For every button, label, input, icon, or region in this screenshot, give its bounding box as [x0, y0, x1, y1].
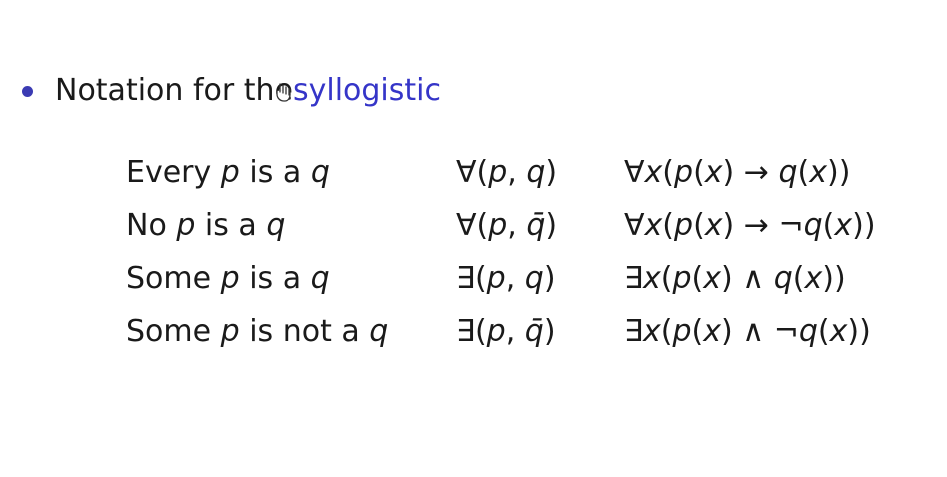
notation-text: is a: [239, 155, 311, 190]
variable-symbol: q: [310, 155, 330, 190]
variable-symbol: x: [642, 314, 661, 349]
notation-text: ) →: [722, 155, 779, 190]
variable-symbol: q: [798, 314, 818, 349]
variable-symbol: x: [704, 155, 723, 190]
notation-text: ∃: [624, 314, 643, 349]
notation-text: ): [545, 208, 558, 243]
variable-symbol: x: [644, 208, 663, 243]
notation-text: ∃(: [456, 314, 487, 349]
variable-symbol: q̄: [526, 208, 546, 243]
notation-text: is a: [195, 208, 267, 243]
notation-text: ∀(: [456, 208, 489, 243]
notation-text: ∃: [624, 261, 643, 296]
short-notation: ∀(p, q̄): [456, 199, 557, 252]
variable-symbol: q: [526, 155, 546, 190]
predicate-formula: ∀x(p(x) → ¬q(x)): [624, 199, 876, 252]
variable-symbol: x: [809, 155, 827, 190]
notation-text: (: [660, 261, 673, 296]
variable-symbol: p: [674, 208, 694, 243]
notation-text: (: [817, 314, 830, 349]
notation-text: ∃(: [456, 261, 487, 296]
variable-symbol: p: [486, 314, 506, 349]
notation-text: (: [797, 155, 810, 190]
variable-symbol: x: [834, 208, 853, 243]
variable-symbol: x: [644, 155, 663, 190]
notation-text: ,: [507, 208, 527, 243]
english-statement: Some p is a q: [126, 252, 330, 305]
english-statement: No p is a q: [126, 199, 285, 252]
slide: Notation for the syllogistic Every p is …: [0, 0, 947, 477]
variable-symbol: p: [220, 155, 240, 190]
notation-text: ): [545, 155, 558, 190]
notation-text: Some: [126, 261, 221, 296]
notation-text: (: [691, 314, 704, 349]
variable-symbol: q: [310, 261, 330, 296]
variable-symbol: p: [672, 261, 692, 296]
notation-text: ): [543, 314, 556, 349]
notation-text: ∀(: [456, 155, 489, 190]
variable-symbol: x: [804, 261, 823, 296]
variable-symbol: x: [703, 314, 721, 349]
notation-text: )): [852, 208, 876, 243]
variable-symbol: p: [220, 261, 240, 296]
notation-text: (: [822, 208, 835, 243]
notation-text: (: [660, 314, 673, 349]
variable-symbol: p: [486, 261, 506, 296]
bullet-dot-icon: [22, 85, 33, 97]
short-notation: ∃(p, q): [456, 252, 556, 305]
predicate-formula: ∀x(p(x) → q(x)): [624, 146, 850, 199]
notation-text: ) ∧: [720, 261, 774, 296]
variable-symbol: p: [176, 208, 196, 243]
notation-text: (: [792, 261, 805, 296]
variable-symbol: q: [778, 155, 798, 190]
notation-text: (: [662, 155, 675, 190]
notation-text: )): [822, 261, 846, 296]
notation-text: )): [827, 155, 851, 190]
notation-text: ,: [505, 261, 525, 296]
variable-symbol: q: [369, 314, 389, 349]
notation-text: ,: [507, 155, 527, 190]
notation-text: ∀: [624, 155, 645, 190]
variable-symbol: p: [672, 314, 692, 349]
variable-symbol: x: [829, 314, 848, 349]
variable-symbol: q: [803, 208, 823, 243]
notation-text: ,: [505, 314, 525, 349]
notation-text: ) → ¬: [722, 208, 804, 243]
notation-text: ) ∧ ¬: [720, 314, 799, 349]
notation-text: (: [693, 208, 705, 243]
variable-symbol: p: [220, 314, 240, 349]
heading-accent: syllogistic: [292, 72, 441, 108]
variable-symbol: p: [674, 155, 694, 190]
notation-text: (: [693, 155, 705, 190]
notation-text: Some: [126, 314, 221, 349]
predicate-formula: ∃x(p(x) ∧ ¬q(x)): [624, 305, 871, 358]
notation-text: ): [543, 261, 556, 296]
short-notation: ∃(p, q̄): [456, 305, 556, 358]
variable-symbol: p: [488, 208, 508, 243]
variable-symbol: q: [266, 208, 286, 243]
hand-cursor-icon: [276, 83, 291, 102]
short-notation: ∀(p, q): [456, 146, 557, 199]
notation-text: )): [847, 314, 871, 349]
variable-symbol: q̄: [524, 314, 544, 349]
variable-symbol: x: [642, 261, 661, 296]
notation-text: Every: [126, 155, 221, 190]
variable-symbol: x: [703, 261, 721, 296]
variable-symbol: x: [704, 208, 723, 243]
english-statement: Some p is not a q: [126, 305, 388, 358]
variable-symbol: p: [488, 155, 508, 190]
predicate-formula: ∃x(p(x) ∧ q(x)): [624, 252, 846, 305]
bullet-heading: Notation for the syllogistic: [22, 68, 441, 112]
notation-text: is a: [239, 261, 311, 296]
notation-text: is not a: [239, 314, 370, 349]
notation-text: (: [691, 261, 704, 296]
heading-prefix: Notation for the: [55, 72, 293, 108]
notation-text: ∀: [624, 208, 645, 243]
notation-text: (: [662, 208, 675, 243]
english-statement: Every p is a q: [126, 146, 330, 199]
variable-symbol: q: [773, 261, 793, 296]
variable-symbol: q: [524, 261, 544, 296]
notation-text: No: [126, 208, 177, 243]
